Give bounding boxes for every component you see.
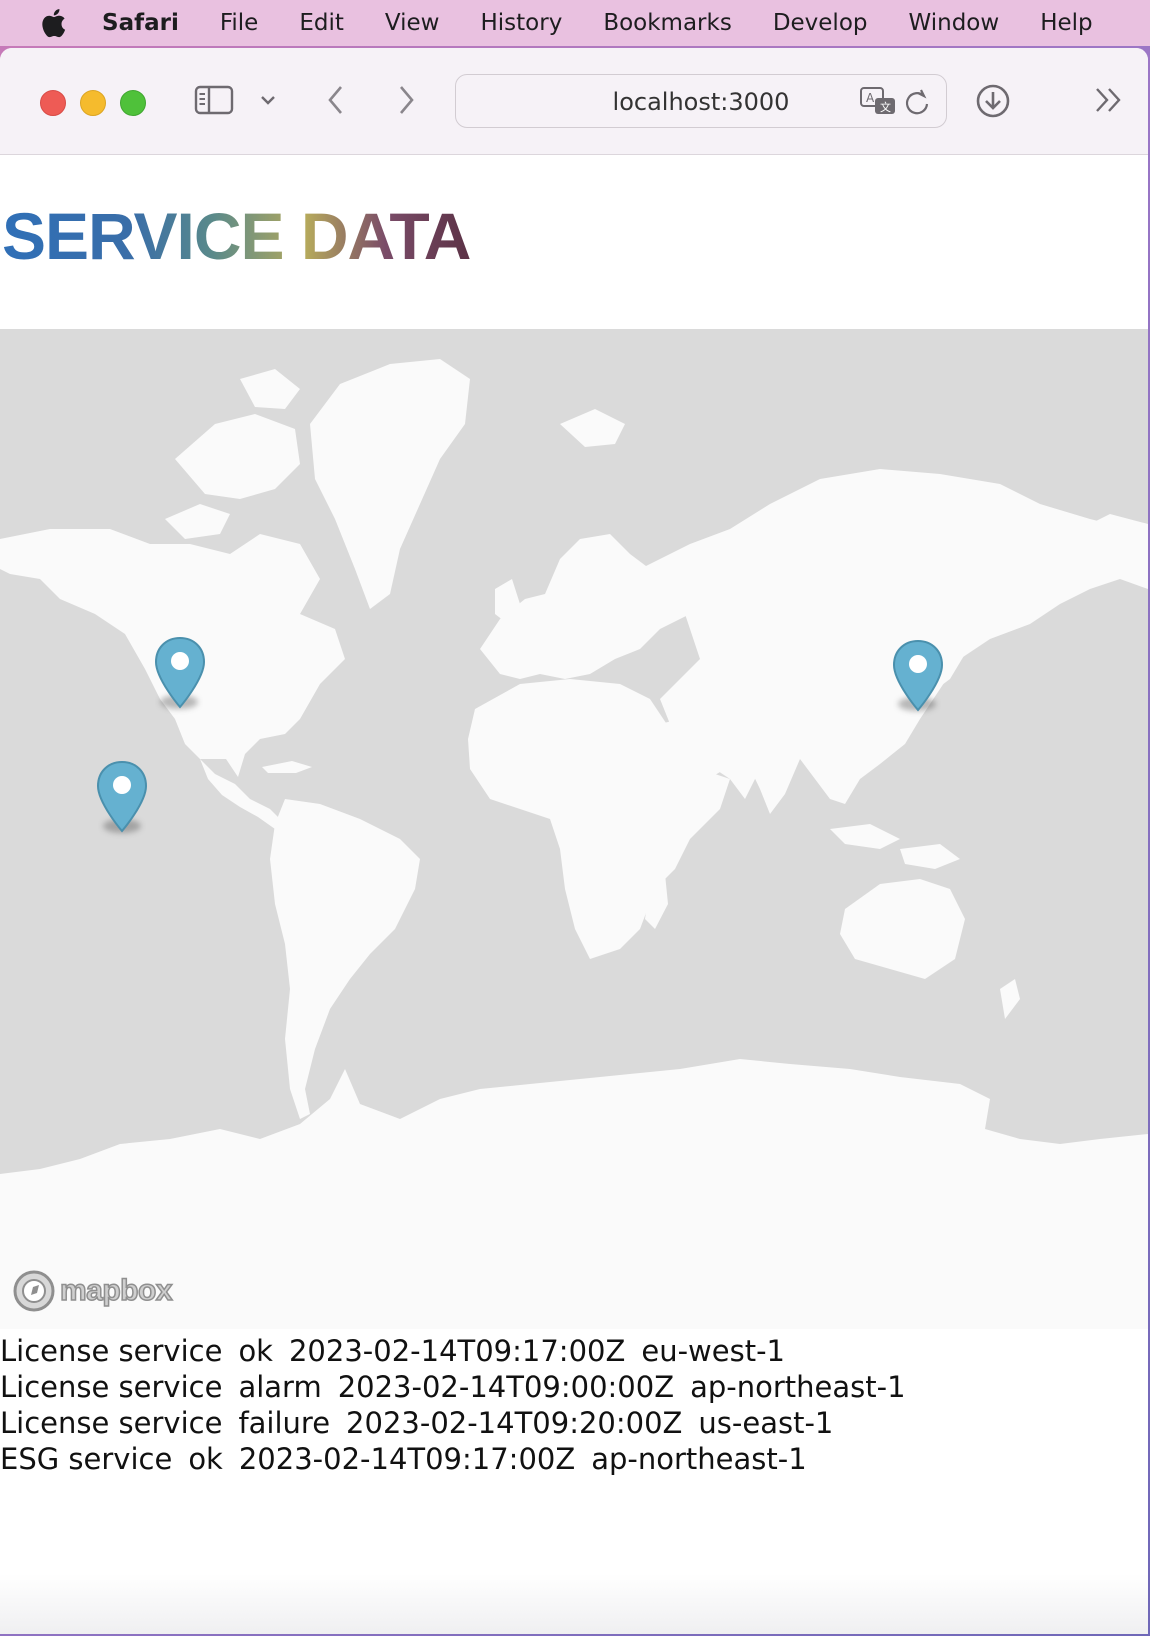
page-content: SERVICE DATA mapbox License service ok 2…	[0, 155, 1148, 1634]
menu-history[interactable]: History	[480, 10, 562, 36]
map-marker-icon[interactable]	[95, 759, 149, 837]
service-name: License service	[0, 1406, 223, 1440]
service-region: us-east-1	[698, 1406, 834, 1440]
service-list: License service ok 2023-02-14T09:17:00Z eu-…	[0, 1333, 922, 1477]
service-status: failure	[238, 1406, 331, 1440]
menu-help[interactable]: Help	[1040, 10, 1092, 36]
svg-text:文: 文	[880, 100, 891, 114]
zoom-window-button[interactable]	[120, 90, 146, 116]
mapbox-wordmark: mapbox	[59, 1273, 173, 1308]
translate-icon[interactable]: A 文	[858, 85, 898, 117]
reload-icon[interactable]	[902, 87, 932, 117]
service-status: ok	[238, 1334, 273, 1368]
chevron-down-icon[interactable]	[256, 88, 280, 112]
service-status: alarm	[238, 1370, 322, 1404]
service-row: License service failure 2023-02-14T09:20:0…	[0, 1405, 922, 1441]
menu-edit[interactable]: Edit	[299, 10, 344, 36]
page-title: SERVICE DATA	[2, 199, 471, 273]
more-tools-chevron-icon[interactable]	[1092, 84, 1126, 116]
service-row: License service alarm 2023-02-14T09:00:00Z…	[0, 1369, 922, 1405]
svg-text:A: A	[866, 91, 875, 105]
service-name: ESG service	[0, 1442, 173, 1476]
mapbox-logo[interactable]: mapbox	[12, 1269, 173, 1313]
browser-toolbar: localhost:3000 A 文	[0, 48, 1148, 155]
service-time: 2023-02-14T09:20:00Z	[346, 1406, 683, 1440]
service-time: 2023-02-14T09:00:00Z	[337, 1370, 675, 1404]
close-window-button[interactable]	[40, 90, 66, 116]
menu-window[interactable]: Window	[909, 10, 1000, 36]
window-bottom-shadow	[0, 1574, 1148, 1634]
forward-arrow-icon[interactable]	[392, 82, 420, 118]
menu-develop[interactable]: Develop	[773, 10, 868, 36]
download-icon[interactable]	[974, 82, 1012, 120]
menu-view[interactable]: View	[385, 10, 440, 36]
service-region: ap-northeast-1	[690, 1370, 906, 1404]
map-marker-icon[interactable]	[891, 638, 945, 716]
world-map[interactable]: mapbox	[0, 329, 1148, 1329]
service-row: License service ok 2023-02-14T09:17:00Z eu-…	[0, 1333, 922, 1369]
service-time: 2023-02-14T09:17:00Z	[238, 1442, 576, 1476]
sidebar-icon[interactable]	[194, 84, 234, 116]
menu-safari[interactable]: Safari	[102, 10, 179, 36]
service-name: License service	[0, 1370, 223, 1404]
service-region: eu-west-1	[641, 1334, 785, 1368]
service-name: License service	[0, 1334, 223, 1368]
service-status: ok	[188, 1442, 223, 1476]
service-time: 2023-02-14T09:17:00Z	[288, 1334, 626, 1368]
browser-window: localhost:3000 A 文 SERVICE DATA mapbox L…	[0, 48, 1148, 1634]
service-region: ap-northeast-1	[591, 1442, 807, 1476]
mapbox-compass-icon	[13, 1270, 55, 1312]
menu-bookmarks[interactable]: Bookmarks	[603, 10, 732, 36]
service-row: ESG service ok 2023-02-14T09:17:00Z ap-nort…	[0, 1441, 922, 1477]
apple-logo-icon[interactable]	[40, 8, 66, 38]
address-bar[interactable]: localhost:3000 A 文	[455, 74, 947, 128]
menu-file[interactable]: File	[220, 10, 259, 36]
landmass-shapes	[0, 359, 1148, 1329]
back-arrow-icon[interactable]	[322, 82, 350, 118]
map-marker-icon[interactable]	[153, 635, 207, 713]
menu-bar: Safari File Edit View History Bookmarks …	[0, 0, 1150, 46]
minimize-window-button[interactable]	[80, 90, 106, 116]
